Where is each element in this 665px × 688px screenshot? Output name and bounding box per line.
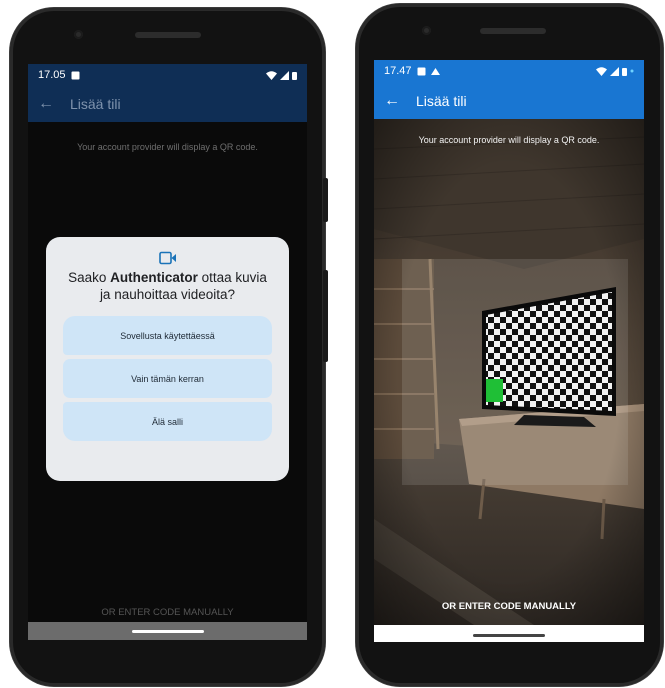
status-time: 17.47 (384, 65, 412, 77)
app-name: Authenticator (110, 270, 198, 285)
home-indicator[interactable] (473, 634, 545, 637)
screen-left: 17.05 ← Lisää tili Your account provider… (28, 64, 307, 640)
wifi-icon (596, 66, 607, 76)
back-arrow-icon[interactable]: ← (28, 95, 64, 113)
signal-icon (610, 66, 619, 76)
qr-instruction: Your account provider will display a QR … (77, 142, 258, 152)
videocam-icon (158, 251, 176, 265)
enter-code-manually-link[interactable]: OR ENTER CODE MANUALLY (374, 601, 644, 612)
cloud-icon (430, 67, 440, 75)
image-icon (71, 71, 80, 79)
enter-code-manually-link[interactable]: OR ENTER CODE MANUALLY (28, 607, 307, 618)
battery-icon (622, 67, 627, 76)
camera-viewfinder (374, 119, 644, 625)
phone-right: 17.47 ← Lisää tili Your account provider… (356, 4, 663, 686)
status-bar: 17.47 (374, 60, 644, 82)
deny-button[interactable]: Älä salli (63, 402, 272, 441)
image-icon (417, 67, 426, 75)
navigation-bar (28, 622, 307, 640)
app-bar: ← Lisää tili (374, 82, 644, 119)
status-time: 17.05 (38, 69, 66, 81)
permission-question: Saako Authenticator ottaa kuvia ja nauho… (68, 270, 267, 302)
signal-icon (280, 70, 289, 80)
phone-left: 17.05 ← Lisää tili Your account provider… (10, 8, 328, 686)
front-camera (74, 30, 83, 39)
wifi-icon (266, 70, 277, 80)
notification-dot-icon (630, 69, 634, 73)
page-title: Lisää tili (416, 92, 467, 109)
app-bar: ← Lisää tili (28, 86, 307, 122)
power-button (323, 270, 328, 362)
qr-instruction: Your account provider will display a QR … (418, 135, 600, 145)
earpiece-speaker (135, 32, 201, 38)
permission-dialog: Saako Authenticator ottaa kuvia ja nauho… (46, 237, 289, 481)
earpiece-speaker (480, 28, 546, 34)
navigation-bar (374, 625, 644, 642)
allow-while-using-button[interactable]: Sovellusta käytettäessä (63, 316, 272, 355)
front-camera (422, 26, 431, 35)
screen-right: 17.47 ← Lisää tili Your account provider… (374, 60, 644, 642)
home-indicator[interactable] (131, 630, 204, 633)
allow-once-button[interactable]: Vain tämän kerran (63, 359, 272, 398)
back-arrow-icon[interactable]: ← (374, 92, 410, 110)
volume-button (323, 178, 328, 222)
page-title: Lisää tili (70, 96, 121, 112)
status-bar: 17.05 (28, 64, 307, 86)
battery-icon (292, 71, 297, 80)
camera-preview-image (374, 119, 644, 625)
